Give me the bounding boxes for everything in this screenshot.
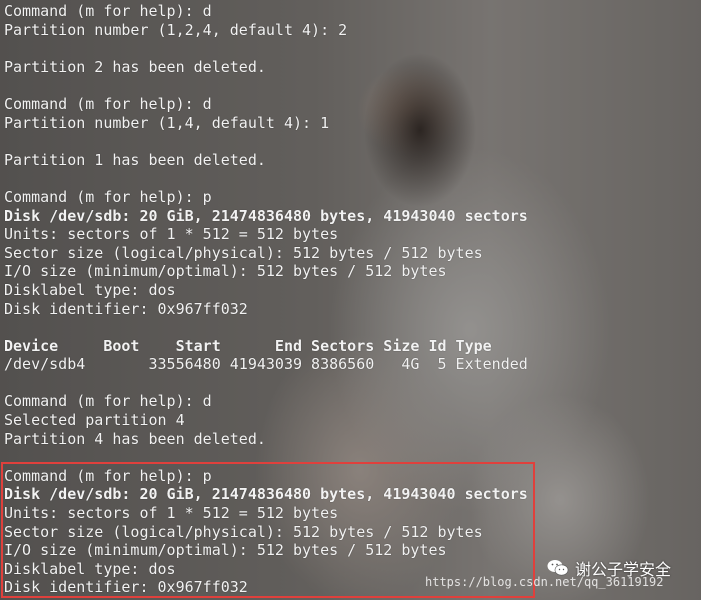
- terminal-line: Disk identifier: 0x967ff032: [4, 299, 248, 318]
- terminal-line: Command (m for help): p: [4, 187, 212, 206]
- terminal-line: Device Boot Start End Sectors Size Id Ty…: [4, 336, 492, 355]
- terminal-line: Selected partition 4: [4, 411, 185, 430]
- terminal-line: Command (m for help): d: [4, 2, 212, 20]
- terminal-line: I/O size (minimum/optimal): 512 bytes / …: [4, 262, 447, 281]
- terminal-line: Partition 2 has been deleted.: [4, 57, 266, 76]
- watermark-url: https://blog.csdn.net/qq_36119192: [425, 575, 664, 589]
- terminal-line: /dev/sdb4 33556480 41943039 8386560 4G 5…: [4, 355, 528, 374]
- terminal-line: Command (m for help): d: [4, 392, 212, 411]
- terminal-line: Disklabel type: dos: [4, 280, 176, 299]
- terminal-line: Partition number (1,4, default 4): 1: [4, 113, 330, 132]
- terminal-line: Partition number (1,2,4, default 4): 2: [4, 20, 348, 39]
- terminal-line: Partition 4 has been deleted.: [4, 429, 266, 448]
- terminal-line: Units: sectors of 1 * 512 = 512 bytes: [4, 225, 339, 244]
- terminal-line: Disk /dev/sdb: 20 GiB, 21474836480 bytes…: [4, 206, 528, 225]
- terminal-line: Sector size (logical/physical): 512 byte…: [4, 243, 483, 262]
- terminal-line: Partition 1 has been deleted.: [4, 150, 266, 169]
- terminal-line: Command (m for help): d: [4, 94, 212, 113]
